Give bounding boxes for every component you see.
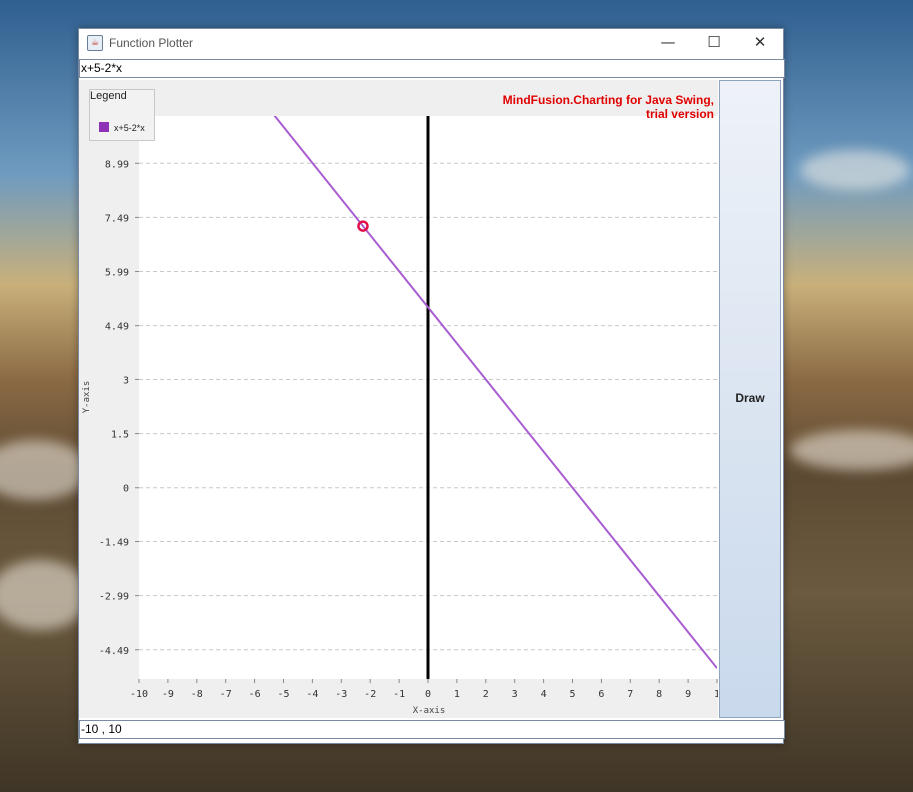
x-tick-label: 7 bbox=[627, 689, 633, 700]
minimize-button[interactable]: — bbox=[645, 29, 691, 58]
x-tick-label: -10 bbox=[130, 689, 148, 700]
background-cloud bbox=[0, 440, 90, 500]
x-tick-label: 4 bbox=[541, 689, 547, 700]
function-chart: 8.997.495.994.4931.50-1.49-2.99-4.49 -10… bbox=[82, 116, 718, 716]
x-tick-label: -6 bbox=[249, 689, 261, 700]
function-input[interactable]: x+5-2*x bbox=[79, 59, 785, 78]
x-tick-label: -4 bbox=[306, 689, 318, 700]
draw-button[interactable]: Draw bbox=[719, 80, 781, 718]
x-tick-label: -8 bbox=[191, 689, 203, 700]
maximize-button[interactable]: ☐ bbox=[691, 29, 737, 58]
y-tick-label: 4.49 bbox=[105, 322, 129, 333]
x-tick-label: -1 bbox=[393, 689, 405, 700]
x-tick-label: 1 bbox=[454, 689, 460, 700]
title-bar[interactable]: ☕ Function Plotter — ☐ ✕ bbox=[79, 29, 783, 58]
x-tick-label: 9 bbox=[685, 689, 691, 700]
y-tick-label: 8.99 bbox=[105, 159, 129, 170]
legend-color-swatch bbox=[99, 122, 109, 132]
window-title: Function Plotter bbox=[109, 36, 194, 50]
legend-entry-label: x+5-2*x bbox=[114, 123, 145, 133]
x-tick-label: -3 bbox=[335, 689, 347, 700]
x-tick-label: 8 bbox=[656, 689, 662, 700]
x-tick-label: 3 bbox=[512, 689, 518, 700]
chart-panel: 8.99 7.49 5.99 4.49 3 1.5 0 -1.49 -2.99 -4.49 -10… bbox=[79, 80, 718, 718]
x-tick-label: -7 bbox=[220, 689, 232, 700]
y-tick-label: 7.49 bbox=[105, 213, 129, 224]
y-tick-label: 3 bbox=[123, 375, 129, 386]
java-app-icon: ☕ bbox=[87, 35, 103, 51]
background-cloud bbox=[0, 560, 90, 630]
x-tick-label: -9 bbox=[162, 689, 174, 700]
x-tick-label: 5 bbox=[569, 689, 575, 700]
trial-watermark: MindFusion.Charting for Java Swing, tria… bbox=[503, 93, 714, 121]
y-tick-label: 5.99 bbox=[105, 268, 129, 279]
x-tick-label: 1 bbox=[714, 689, 718, 700]
watermark-line-2: trial version bbox=[645, 107, 714, 121]
y-axis-label: Y-axis bbox=[82, 381, 92, 414]
x-axis-label: X-axis bbox=[413, 706, 446, 716]
legend: Legend x+5-2*x bbox=[89, 89, 155, 141]
x-tick-label: 2 bbox=[483, 689, 489, 700]
x-tick-label: -5 bbox=[277, 689, 289, 700]
function-plotter-window: ☕ Function Plotter — ☐ ✕ x+5-2*x 8.99 7.4… bbox=[78, 28, 785, 744]
range-input[interactable]: -10 , 10 bbox=[79, 720, 785, 739]
y-tick-label: 0 bbox=[123, 484, 129, 495]
y-tick-label: -4.49 bbox=[99, 646, 129, 657]
x-tick-label: -2 bbox=[364, 689, 376, 700]
y-tick-labels: 8.99 7.49 5.99 4.49 3 1.5 0 -1.49 -2.99 -4.49 bbox=[99, 159, 129, 656]
close-button[interactable]: ✕ bbox=[737, 29, 783, 58]
x-tick-label: 6 bbox=[598, 689, 604, 700]
background-cloud bbox=[800, 150, 910, 190]
y-tick-label: -1.49 bbox=[99, 537, 129, 548]
x-tick-labels: -10 -9 -8 -7 -6 -5 -4 -3 -2 -1 0 1 2 3 4 5 6 7 8 9 1 bbox=[130, 689, 718, 700]
background-cloud bbox=[790, 430, 913, 470]
y-tick-label: 1.5 bbox=[111, 430, 129, 441]
legend-title: Legend bbox=[90, 90, 127, 102]
x-tick-label: 0 bbox=[425, 689, 431, 700]
watermark-line-1: MindFusion.Charting for Java Swing, bbox=[502, 93, 714, 107]
y-tick-label: -2.99 bbox=[99, 592, 129, 603]
